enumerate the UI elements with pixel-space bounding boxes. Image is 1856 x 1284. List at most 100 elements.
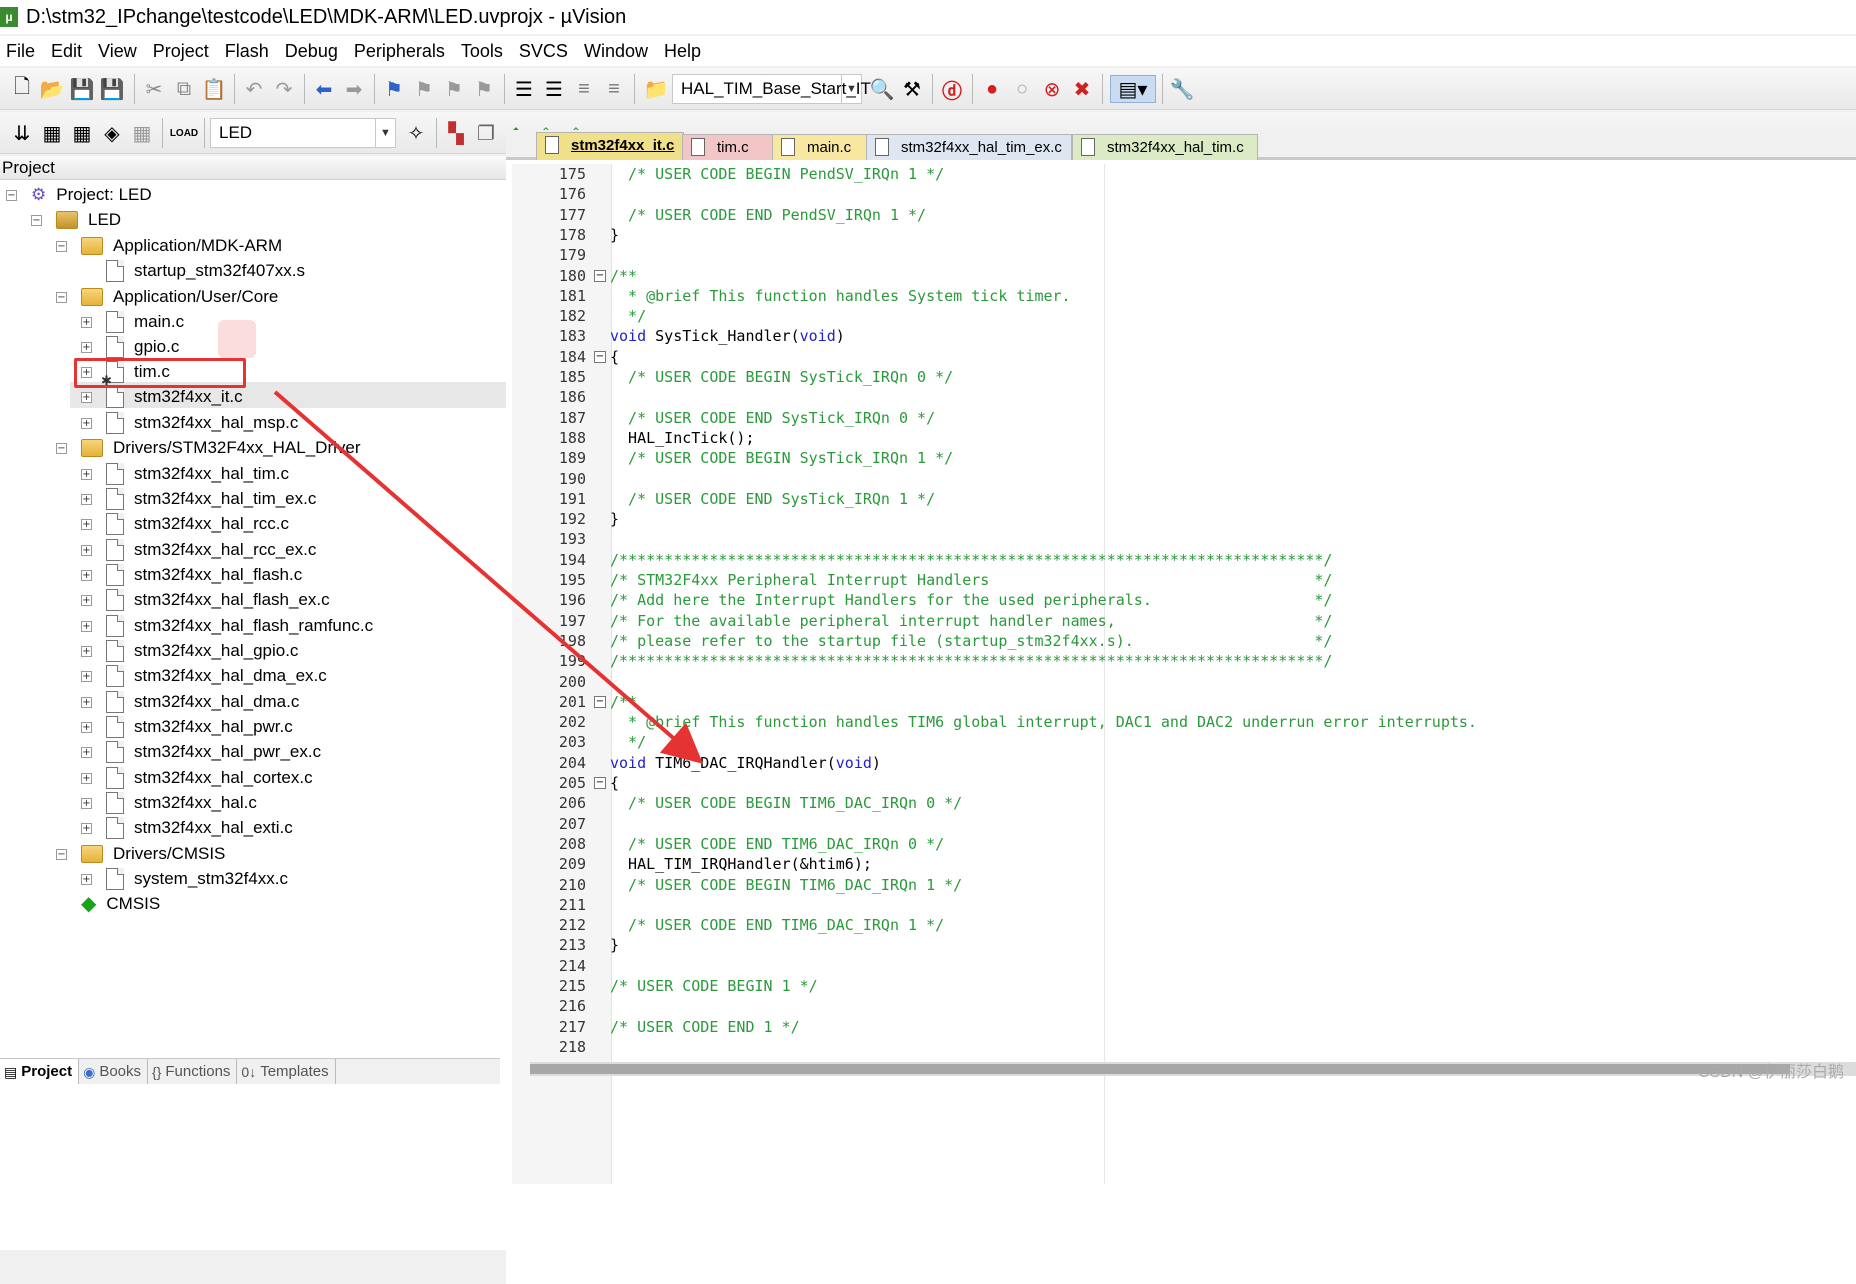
code-line[interactable]: /* USER CODE END TIM6_DAC_IRQn 1 */ — [610, 915, 944, 935]
code-line[interactable]: * @brief This function handles TIM6 glob… — [610, 712, 1477, 732]
tree-folder[interactable]: − Application/User/Core — [56, 284, 278, 310]
tab-stm32f4xx-hal-tim-c[interactable]: stm32f4xx_hal_tim.c — [1072, 134, 1258, 160]
find-combo[interactable]: HAL_TIM_Base_Start_IT ▼ — [672, 74, 871, 104]
expand-icon[interactable]: + — [81, 569, 92, 581]
menu-debug[interactable]: Debug — [279, 41, 348, 62]
translate-icon[interactable]: ⇊ — [8, 119, 36, 147]
code-line[interactable]: /* USER CODE END TIM6_DAC_IRQn 0 */ — [610, 834, 944, 854]
target-combo[interactable]: LED ▼ — [210, 118, 396, 148]
code-line[interactable]: /* USER CODE BEGIN 1 */ — [610, 976, 818, 996]
expand-icon[interactable]: + — [81, 594, 92, 606]
tree-file[interactable]: + stm32f4xx_hal_dma_ex.c — [81, 663, 327, 689]
tree-file[interactable]: + stm32f4xx_hal_tim.c — [81, 461, 289, 487]
multi-project-icon[interactable]: ❐ — [472, 119, 500, 147]
code-line[interactable]: /* STM32F4xx Peripheral Interrupt Handle… — [610, 570, 1332, 590]
code-line[interactable]: /* USER CODE BEGIN PendSV_IRQn 1 */ — [610, 164, 944, 184]
incremental-find-icon[interactable]: ⚒ — [898, 75, 926, 103]
prev-bookmark-icon[interactable]: ⚑ — [410, 75, 438, 103]
expand-icon[interactable]: + — [81, 746, 92, 758]
tree-file[interactable]: + stm32f4xx_hal_exti.c — [81, 815, 293, 841]
undo-icon[interactable]: ↶ — [240, 75, 268, 103]
menu-project[interactable]: Project — [147, 41, 219, 62]
tree-folder[interactable]: − Application/MDK-ARM — [56, 233, 282, 259]
expand-icon[interactable]: + — [81, 316, 92, 328]
collapse-icon[interactable]: − — [56, 442, 67, 454]
menu-tools[interactable]: Tools — [455, 41, 513, 62]
code-line[interactable]: */ — [610, 732, 646, 752]
redo-icon[interactable]: ↷ — [270, 75, 298, 103]
collapse-icon[interactable]: − — [56, 240, 67, 252]
disable-all-breakpoints-icon[interactable]: ⊗ — [1038, 75, 1066, 103]
expand-icon[interactable]: + — [81, 620, 92, 632]
find-icon[interactable]: 🔍 — [868, 75, 896, 103]
comment-icon[interactable]: ≡ — [570, 75, 598, 103]
rebuild-icon[interactable]: ▦ — [68, 119, 96, 147]
code-line[interactable]: /***************************************… — [610, 550, 1332, 570]
uncomment-icon[interactable]: ≡ — [600, 75, 628, 103]
code-line[interactable]: /***************************************… — [610, 651, 1332, 671]
chevron-down-icon[interactable]: ▼ — [375, 119, 395, 147]
fold-toggle-icon[interactable]: − — [594, 777, 606, 789]
code-line[interactable]: } — [610, 225, 619, 245]
code-line[interactable]: HAL_IncTick(); — [610, 428, 754, 448]
fold-toggle-icon[interactable]: − — [594, 350, 606, 363]
expand-icon[interactable]: + — [81, 391, 92, 403]
code-line[interactable]: void TIM6_DAC_IRQHandler(void) — [610, 753, 881, 773]
tree-file[interactable]: + stm32f4xx_hal_pwr_ex.c — [81, 739, 321, 765]
code-line[interactable]: /* Add here the Interrupt Handlers for t… — [610, 590, 1332, 610]
indent-icon[interactable]: ☰ — [510, 75, 538, 103]
menu-window[interactable]: Window — [578, 41, 658, 62]
tree-file[interactable]: + gpio.c — [81, 334, 179, 360]
tree-file[interactable]: + main.c — [81, 309, 184, 335]
expand-icon[interactable]: + — [81, 670, 92, 682]
expand-icon[interactable]: + — [81, 468, 92, 480]
code-line[interactable]: /* USER CODE END SysTick_IRQn 0 */ — [610, 408, 935, 428]
expand-icon[interactable]: + — [81, 772, 92, 784]
next-bookmark-icon[interactable]: ⚑ — [440, 75, 468, 103]
code-line[interactable]: /* USER CODE END SysTick_IRQn 1 */ — [610, 489, 935, 509]
tree-file[interactable]: + stm32f4xx_hal_msp.c — [81, 410, 298, 436]
expand-icon[interactable]: + — [81, 721, 92, 733]
code-line[interactable]: { — [610, 347, 619, 367]
find-in-files-icon[interactable]: 📁 — [642, 75, 670, 103]
code-line[interactable]: { — [610, 773, 619, 793]
menu-peripherals[interactable]: Peripherals — [348, 41, 455, 62]
tree-file[interactable]: startup_stm32f407xx.s — [81, 258, 305, 284]
tree-file[interactable]: + stm32f4xx_hal_cortex.c — [81, 765, 313, 791]
code-line[interactable]: /* USER CODE END PendSV_IRQn 1 */ — [610, 205, 926, 225]
expand-icon[interactable]: + — [81, 493, 92, 505]
download-icon[interactable]: LOAD — [170, 119, 198, 147]
copy-icon[interactable]: ⧉ — [170, 75, 198, 103]
expand-icon[interactable]: + — [81, 417, 92, 429]
collapse-icon[interactable]: − — [56, 291, 67, 303]
clear-bookmarks-icon[interactable]: ⚑ — [470, 75, 498, 103]
expand-icon[interactable]: + — [81, 822, 92, 834]
menu-file[interactable]: File — [0, 41, 45, 62]
tree-file[interactable]: + stm32f4xx_hal_tim_ex.c — [81, 486, 316, 512]
collapse-icon[interactable]: − — [6, 189, 17, 201]
code-line[interactable]: /* USER CODE BEGIN SysTick_IRQn 0 */ — [610, 367, 953, 387]
tree-file[interactable]: + stm32f4xx_hal_pwr.c — [81, 714, 293, 740]
expand-icon[interactable]: + — [81, 873, 92, 885]
save-all-icon[interactable]: 💾 — [98, 75, 126, 103]
code-line[interactable]: } — [610, 935, 619, 955]
menu-edit[interactable]: Edit — [45, 41, 92, 62]
stop-build-icon[interactable]: ▦ — [128, 119, 156, 147]
tree-file[interactable]: + stm32f4xx_hal_flash_ramfunc.c — [81, 613, 373, 639]
fold-toggle-icon[interactable]: − — [594, 269, 606, 282]
code-line[interactable]: void SysTick_Handler(void) — [610, 326, 845, 346]
code-line[interactable]: /* For the available peripheral interrup… — [610, 611, 1332, 631]
tree-file[interactable]: + stm32f4xx_hal.c — [81, 790, 257, 816]
target-options-icon[interactable]: ✧ — [402, 119, 430, 147]
collapse-icon[interactable]: − — [31, 214, 42, 226]
paste-icon[interactable]: 📋 — [200, 75, 228, 103]
tree-file[interactable]: + system_stm32f4xx.c — [81, 866, 288, 892]
tab-books[interactable]: ◉ Books — [79, 1059, 149, 1084]
menu-help[interactable]: Help — [658, 41, 711, 62]
window-layout-icon[interactable]: ▤▾ — [1110, 75, 1156, 103]
unindent-icon[interactable]: ☰ — [540, 75, 568, 103]
tab-project[interactable]: ▤ Project — [0, 1059, 80, 1084]
tree-file[interactable]: + stm32f4xx_hal_rcc_ex.c — [81, 537, 316, 563]
cut-icon[interactable]: ✂ — [140, 75, 168, 103]
code-line[interactable]: HAL_TIM_IRQHandler(&htim6); — [610, 854, 872, 874]
